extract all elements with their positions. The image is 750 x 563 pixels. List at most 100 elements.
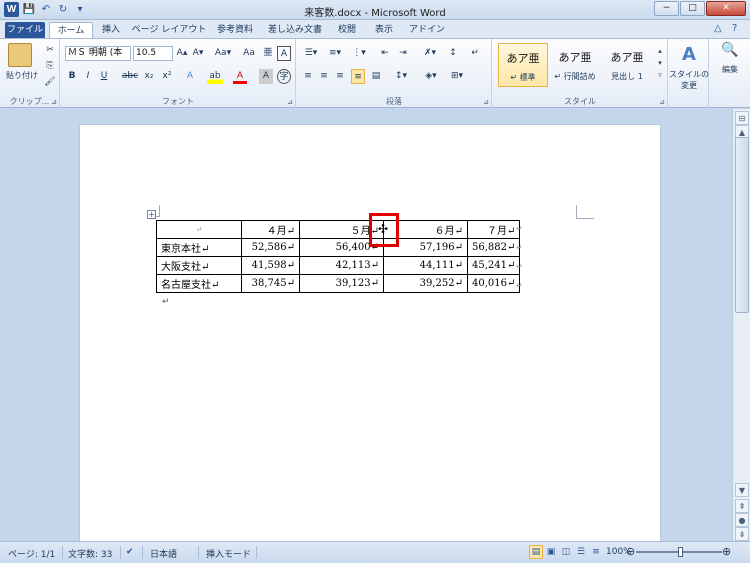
- tab-home[interactable]: ホーム: [49, 22, 93, 39]
- table-cell[interactable]: 39,123↵: [299, 274, 384, 293]
- subscript-button[interactable]: x₂: [141, 69, 157, 84]
- shading-icon[interactable]: ◈▾: [421, 69, 441, 84]
- underline-button[interactable]: U: [97, 69, 111, 84]
- asian-layout-icon[interactable]: ✗▾: [419, 46, 441, 61]
- style-normal[interactable]: あア亜 ↵ 標準: [498, 43, 548, 87]
- sort-icon[interactable]: ↕: [445, 46, 461, 61]
- tab-view[interactable]: 表示: [366, 22, 402, 39]
- draft-view-icon[interactable]: ≡: [589, 545, 603, 559]
- table-header-cell[interactable]: ７月↵: [466, 220, 521, 239]
- tab-file[interactable]: ファイル: [5, 22, 45, 39]
- table-cell[interactable]: ↵: [156, 220, 242, 239]
- style-no-spacing[interactable]: あア亜 ↵ 行間詰め: [550, 43, 600, 87]
- restore-button[interactable]: □: [680, 1, 705, 16]
- change-styles-icon[interactable]: A: [677, 43, 701, 67]
- text-effects-button[interactable]: A: [183, 69, 197, 84]
- tab-references[interactable]: 参考資料: [212, 22, 258, 39]
- justify-icon[interactable]: ≡: [351, 69, 365, 84]
- word-count[interactable]: 文字数: 33: [68, 547, 112, 560]
- font-launcher-icon[interactable]: ⊿: [287, 98, 293, 106]
- tab-mailings[interactable]: 差し込み文書: [262, 22, 328, 39]
- superscript-button[interactable]: x²: [159, 69, 175, 84]
- paste-icon[interactable]: [8, 43, 32, 67]
- table-cell[interactable]: 42,113↵: [299, 256, 384, 275]
- phonetic-guide-button[interactable]: 亜: [261, 46, 275, 61]
- char-border-button[interactable]: A: [277, 46, 291, 61]
- char-shading-button[interactable]: A: [259, 69, 273, 84]
- table-cell[interactable]: 38,745↵: [241, 274, 300, 293]
- zoom-in-icon[interactable]: ⊕: [722, 545, 731, 558]
- editing-button[interactable]: 編集: [712, 63, 748, 78]
- styles-scroll-icon[interactable]: ▴ ▾ ▿: [655, 45, 665, 85]
- outline-view-icon[interactable]: ☰: [574, 545, 588, 559]
- table-cell[interactable]: 41,598↵: [241, 256, 300, 275]
- align-center-icon[interactable]: ≡: [317, 69, 331, 84]
- scroll-down-icon[interactable]: ▼: [735, 483, 749, 497]
- scroll-thumb[interactable]: [735, 137, 749, 313]
- clipboard-launcher-icon[interactable]: ⊿: [51, 98, 57, 106]
- font-size-select[interactable]: 10.5: [133, 46, 173, 61]
- show-marks-icon[interactable]: ↵: [467, 46, 483, 61]
- style-heading-1[interactable]: あア亜 見出し 1: [602, 43, 652, 87]
- tab-insert[interactable]: 挿入: [96, 22, 126, 39]
- insert-mode[interactable]: 挿入モード: [206, 547, 251, 560]
- browse-object-icon[interactable]: ●: [735, 513, 749, 527]
- paste-button[interactable]: 貼り付け: [2, 69, 42, 84]
- full-screen-view-icon[interactable]: ▣: [544, 545, 558, 559]
- table-move-handle-icon[interactable]: +: [147, 210, 156, 219]
- borders-icon[interactable]: ⊞▾: [447, 69, 467, 84]
- document-area[interactable]: + ↵ ４月↵ ５月↵ ６月↵ ７月↵ 東京本社↵ 52,586↵ 56,400…: [0, 109, 732, 541]
- change-case-button[interactable]: Aa▾: [211, 46, 235, 61]
- paragraph-launcher-icon[interactable]: ⊿: [483, 98, 489, 106]
- increase-indent-icon[interactable]: ⇥: [395, 46, 411, 61]
- table-cell[interactable]: 56,882↵: [466, 238, 521, 257]
- minimize-ribbon-icon[interactable]: △: [714, 23, 722, 34]
- table-cell[interactable]: 39,252↵: [383, 274, 468, 293]
- numbering-icon[interactable]: ≡▾: [325, 46, 345, 61]
- styles-launcher-icon[interactable]: ⊿: [659, 98, 665, 106]
- document-page[interactable]: + ↵ ４月↵ ５月↵ ６月↵ ７月↵ 東京本社↵ 52,586↵ 56,400…: [79, 124, 661, 541]
- zoom-out-icon[interactable]: ⊖: [626, 545, 635, 558]
- ruler-toggle-icon[interactable]: ⊟: [735, 111, 749, 125]
- font-color-button[interactable]: A: [233, 69, 247, 84]
- copy-icon[interactable]: ⎘: [44, 59, 56, 74]
- align-right-icon[interactable]: ≡: [333, 69, 347, 84]
- close-button[interactable]: ✕: [706, 1, 746, 16]
- format-painter-icon[interactable]: 🖌: [44, 75, 56, 90]
- vertical-scrollbar[interactable]: ⊟ ▲ ▼ ⇞ ● ⇟: [732, 109, 750, 541]
- multilevel-list-icon[interactable]: ⋮▾: [349, 46, 369, 61]
- clear-format-button[interactable]: Aa: [241, 46, 257, 61]
- change-styles-button[interactable]: スタイルの 変更: [669, 69, 709, 90]
- help-icon[interactable]: ?: [732, 23, 737, 34]
- distributed-icon[interactable]: ▤: [369, 69, 383, 84]
- table-cell[interactable]: 名古屋支社↵: [156, 274, 242, 293]
- language[interactable]: 日本語: [150, 547, 177, 560]
- bold-button[interactable]: B: [65, 69, 79, 84]
- next-page-icon[interactable]: ⇟: [735, 527, 749, 541]
- zoom-slider-thumb[interactable]: [678, 547, 683, 557]
- tab-addins[interactable]: アドイン: [406, 22, 448, 39]
- shrink-font-button[interactable]: A▾: [191, 46, 205, 61]
- prev-page-icon[interactable]: ⇞: [735, 499, 749, 513]
- table-header-cell[interactable]: ４月↵: [241, 220, 300, 239]
- print-layout-view-icon[interactable]: ▤: [529, 545, 543, 559]
- tab-review[interactable]: 校閲: [332, 22, 362, 39]
- table-cell[interactable]: 大阪支社↵: [156, 256, 242, 275]
- table-cell[interactable]: 44,111↵: [383, 256, 468, 275]
- web-layout-view-icon[interactable]: ◫: [559, 545, 573, 559]
- decrease-indent-icon[interactable]: ⇤: [377, 46, 393, 61]
- find-icon[interactable]: 🔍: [718, 43, 742, 63]
- tab-page-layout[interactable]: ページ レイアウト: [130, 22, 208, 39]
- minimize-button[interactable]: −: [654, 1, 679, 16]
- table-cell[interactable]: 40,016↵: [466, 274, 521, 293]
- bullets-icon[interactable]: ☰▾: [301, 46, 321, 61]
- line-spacing-icon[interactable]: ↕▾: [391, 69, 411, 84]
- table-cell[interactable]: 52,586↵: [241, 238, 300, 257]
- visitor-table[interactable]: ↵ ４月↵ ５月↵ ６月↵ ７月↵ 東京本社↵ 52,586↵ 56,400↵ …: [156, 220, 521, 293]
- strikethrough-button[interactable]: abc: [121, 69, 139, 84]
- italic-button[interactable]: I: [81, 69, 95, 84]
- table-cell[interactable]: 45,241↵: [466, 256, 521, 275]
- grow-font-button[interactable]: A▴: [175, 46, 189, 61]
- proofing-icon[interactable]: ✔: [126, 547, 134, 557]
- font-name-select[interactable]: ＭＳ 明朝 (本: [65, 46, 131, 61]
